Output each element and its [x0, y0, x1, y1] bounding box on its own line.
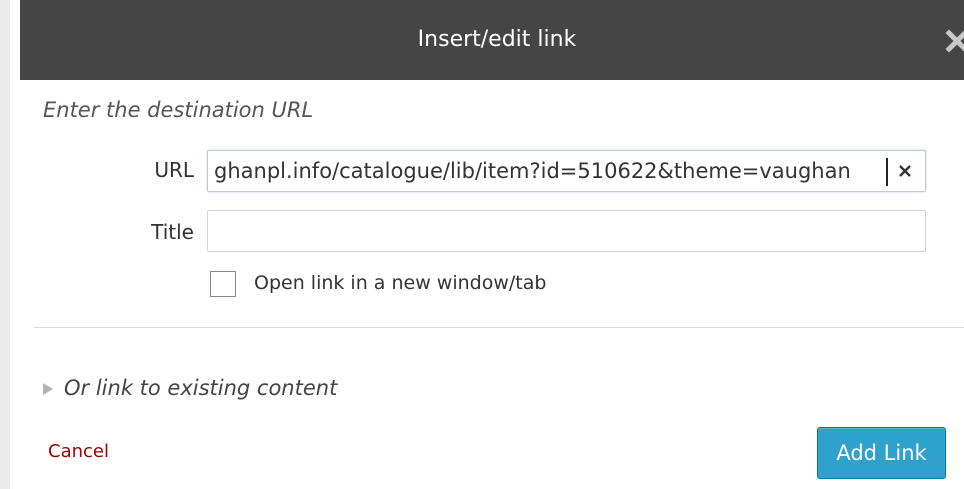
new-tab-checkbox[interactable]: [210, 271, 236, 297]
divider: [34, 327, 964, 328]
url-instruction: Enter the destination URL: [43, 98, 314, 122]
url-input[interactable]: ghanpl.info/catalogue/lib/item?id=510622…: [207, 150, 926, 192]
text-caret: [886, 158, 888, 186]
new-tab-label[interactable]: Open link in a new window/tab: [254, 272, 546, 294]
dialog-titlebar: Insert/edit link: [20, 0, 964, 80]
close-button[interactable]: [942, 20, 964, 60]
add-link-button[interactable]: Add Link: [817, 427, 946, 479]
dialog-title: Insert/edit link: [417, 27, 577, 52]
title-input[interactable]: [208, 211, 925, 251]
cancel-link[interactable]: Cancel: [48, 441, 109, 462]
link-existing-label: Or link to existing content: [64, 376, 338, 400]
insert-link-dialog: Insert/edit link Enter the destination U…: [0, 0, 964, 489]
close-icon: [945, 29, 964, 53]
clear-icon: [899, 165, 911, 177]
clear-url-button[interactable]: [895, 161, 915, 181]
url-input-value: ghanpl.info/catalogue/lib/item?id=510622…: [214, 159, 851, 183]
title-field[interactable]: [207, 210, 926, 252]
triangle-right-icon: [43, 383, 53, 395]
url-label: URL: [154, 158, 194, 182]
title-label: Title: [151, 220, 194, 244]
